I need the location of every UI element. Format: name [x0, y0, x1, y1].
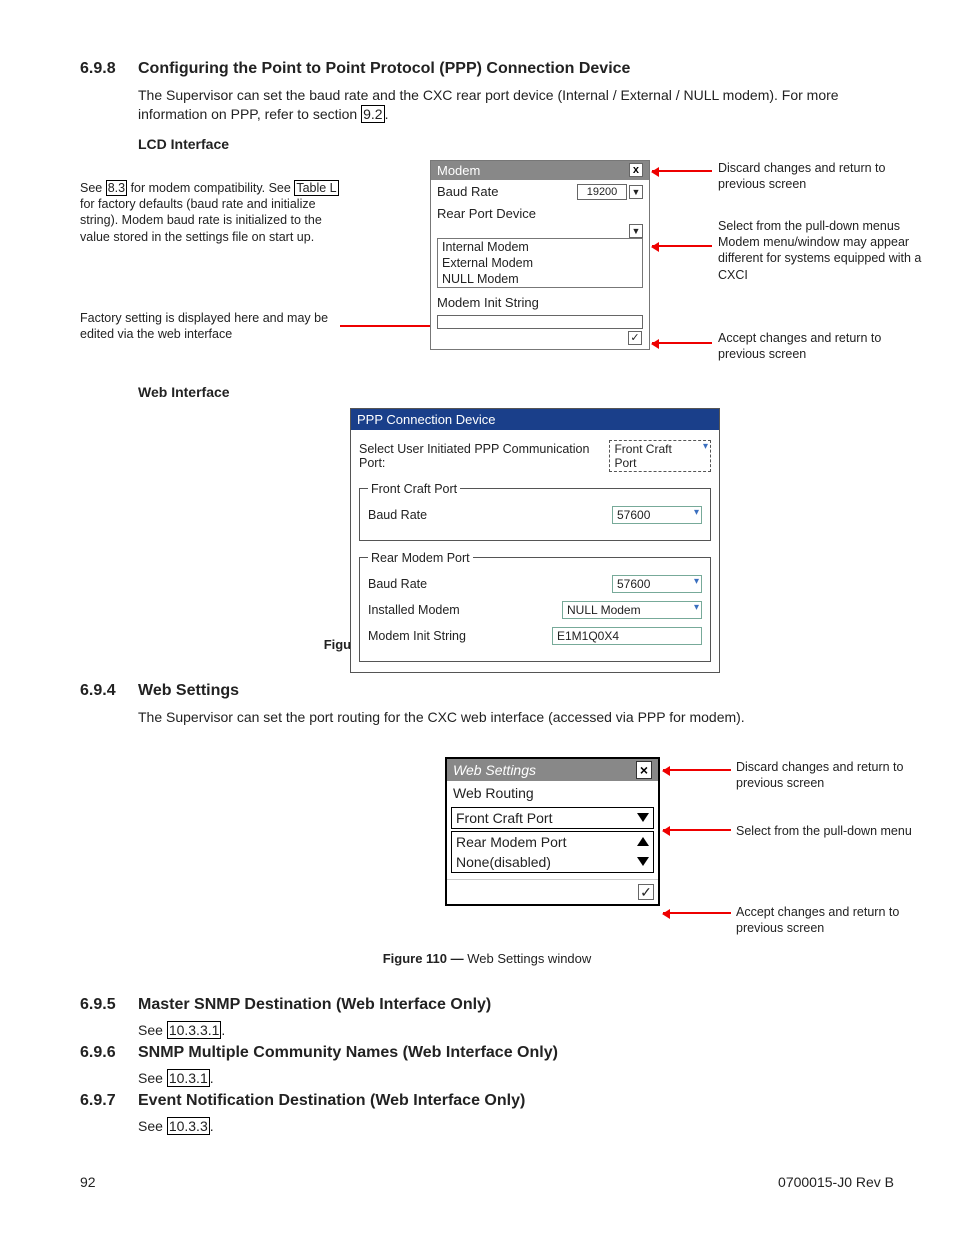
- front-baud-label: Baud Rate: [368, 508, 427, 522]
- fieldset-front: Front Craft Port Baud Rate 57600: [359, 482, 711, 541]
- paragraph: The Supervisor can set the port routing …: [138, 708, 894, 727]
- rear-baud-label: Baud Rate: [368, 577, 427, 591]
- annotation-select: Select from the pull-down menus Modem me…: [718, 218, 933, 283]
- doc-id: 0700015-J0 Rev B: [778, 1174, 894, 1190]
- front-baud-select[interactable]: 57600: [612, 506, 702, 524]
- see-ref: See 10.3.3.1.: [138, 1022, 894, 1038]
- annotation-left-2: Factory setting is displayed here and ma…: [80, 310, 340, 343]
- link-83[interactable]: 8.3: [106, 180, 127, 196]
- list-item[interactable]: Rear Modem Port: [456, 834, 566, 850]
- paragraph: The Supervisor can set the baud rate and…: [138, 86, 894, 124]
- list-item[interactable]: NULL Modem: [438, 271, 642, 287]
- annotation-accept: Accept changes and return to previous sc…: [718, 330, 898, 363]
- accept-button[interactable]: ✓: [638, 884, 654, 900]
- fieldset-rear: Rear Modem Port Baud Rate 57600 Installe…: [359, 551, 711, 662]
- web-panel-title: PPP Connection Device: [351, 409, 719, 430]
- rear-baud-select[interactable]: 57600: [612, 575, 702, 593]
- page-number: 92: [80, 1174, 96, 1190]
- lcd-panel: Modem x Baud Rate 19200▼ Rear Port Devic…: [430, 160, 650, 350]
- heading-696: 6.9.6 SNMP Multiple Community Names (Web…: [80, 1044, 894, 1062]
- lcd-title-text: Modem: [437, 163, 480, 178]
- ppp-port-select[interactable]: Front Craft Port: [609, 440, 711, 472]
- init-label: Modem Init String: [431, 292, 649, 313]
- annotation-discard: Discard changes and return to previous s…: [718, 160, 898, 193]
- rear-dropdown[interactable]: ▼: [629, 224, 643, 238]
- rear-port-list[interactable]: Internal Modem External Modem NULL Modem: [437, 238, 643, 288]
- footer: 92 0700015-J0 Rev B: [80, 1174, 894, 1190]
- link-1033[interactable]: 10.3.3: [167, 1117, 210, 1135]
- link-92[interactable]: 9.2: [361, 105, 384, 123]
- legend-rear: Rear Modem Port: [368, 551, 473, 565]
- installed-modem-label: Installed Modem: [368, 603, 460, 617]
- figure-110-caption: Figure 110 — Web Settings window: [80, 951, 894, 966]
- subheading-lcd: LCD Interface: [138, 136, 894, 152]
- link-10331[interactable]: 10.3.3.1: [167, 1021, 222, 1039]
- subheading-web: Web Interface: [138, 384, 894, 400]
- heading-title: SNMP Multiple Community Names (Web Inter…: [138, 1044, 558, 1062]
- ws-title-text: Web Settings: [453, 762, 536, 778]
- heading-num: 6.9.6: [80, 1044, 126, 1062]
- ppp-port-label: Select User Initiated PPP Communication …: [359, 442, 609, 470]
- modem-init-label: Modem Init String: [368, 629, 466, 643]
- web-routing-list[interactable]: Rear Modem Port None(disabled): [451, 831, 654, 873]
- annotation-accept: Accept changes and return to previous sc…: [736, 904, 916, 937]
- accept-button[interactable]: ✓: [628, 331, 642, 345]
- heading-num: 6.9.7: [80, 1092, 126, 1110]
- heading-num: 6.9.5: [80, 996, 126, 1014]
- heading-698: 6.9.8 Configuring the Point to Point Pro…: [80, 60, 894, 78]
- web-panel: PPP Connection Device Select User Initia…: [350, 408, 720, 673]
- annotation-discard: Discard changes and return to previous s…: [736, 759, 916, 792]
- heading-num: 6.9.8: [80, 60, 126, 78]
- link-table-l[interactable]: Table L: [294, 180, 338, 196]
- heading-num: 6.9.4: [80, 682, 126, 700]
- lcd-titlebar: Modem x: [431, 161, 649, 180]
- annotation-left-1: See 8.3 for modem compatibility. See Tab…: [80, 180, 345, 245]
- heading-694: 6.9.4 Web Settings: [80, 682, 894, 700]
- rear-label: Rear Port Device: [431, 203, 649, 224]
- heading-title: Configuring the Point to Point Protocol …: [138, 60, 630, 78]
- web-routing-label: Web Routing: [447, 781, 658, 805]
- init-string-input[interactable]: ✓: [437, 315, 643, 329]
- list-item[interactable]: Internal Modem: [438, 239, 642, 255]
- annotation-select: Select from the pull-down menu: [736, 823, 936, 839]
- link-1031[interactable]: 10.3.1: [167, 1069, 210, 1087]
- heading-697: 6.9.7 Event Notification Destination (We…: [80, 1092, 894, 1110]
- see-ref: See 10.3.3.: [138, 1118, 894, 1134]
- web-routing-select[interactable]: Front Craft Port: [451, 807, 654, 829]
- heading-title: Master SNMP Destination (Web Interface O…: [138, 996, 491, 1014]
- see-ref: See 10.3.1.: [138, 1070, 894, 1086]
- close-button[interactable]: ×: [636, 761, 652, 779]
- baud-dropdown[interactable]: ▼: [629, 185, 643, 199]
- chevron-up-icon: [637, 837, 649, 846]
- modem-init-input[interactable]: E1M1Q0X4: [552, 627, 702, 645]
- installed-modem-select[interactable]: NULL Modem: [562, 601, 702, 619]
- legend-front: Front Craft Port: [368, 482, 460, 496]
- baud-label: Baud Rate: [437, 184, 498, 199]
- heading-title: Event Notification Destination (Web Inte…: [138, 1092, 525, 1110]
- heading-title: Web Settings: [138, 682, 239, 700]
- websettings-panel: Web Settings × Web Routing Front Craft P…: [445, 757, 660, 906]
- list-item[interactable]: External Modem: [438, 255, 642, 271]
- chevron-down-icon: [637, 813, 649, 822]
- heading-695: 6.9.5 Master SNMP Destination (Web Inter…: [80, 996, 894, 1014]
- baud-input[interactable]: 19200: [577, 184, 627, 200]
- list-item[interactable]: None(disabled): [456, 854, 551, 870]
- close-button[interactable]: x: [629, 163, 643, 177]
- chevron-down-icon: [637, 857, 649, 866]
